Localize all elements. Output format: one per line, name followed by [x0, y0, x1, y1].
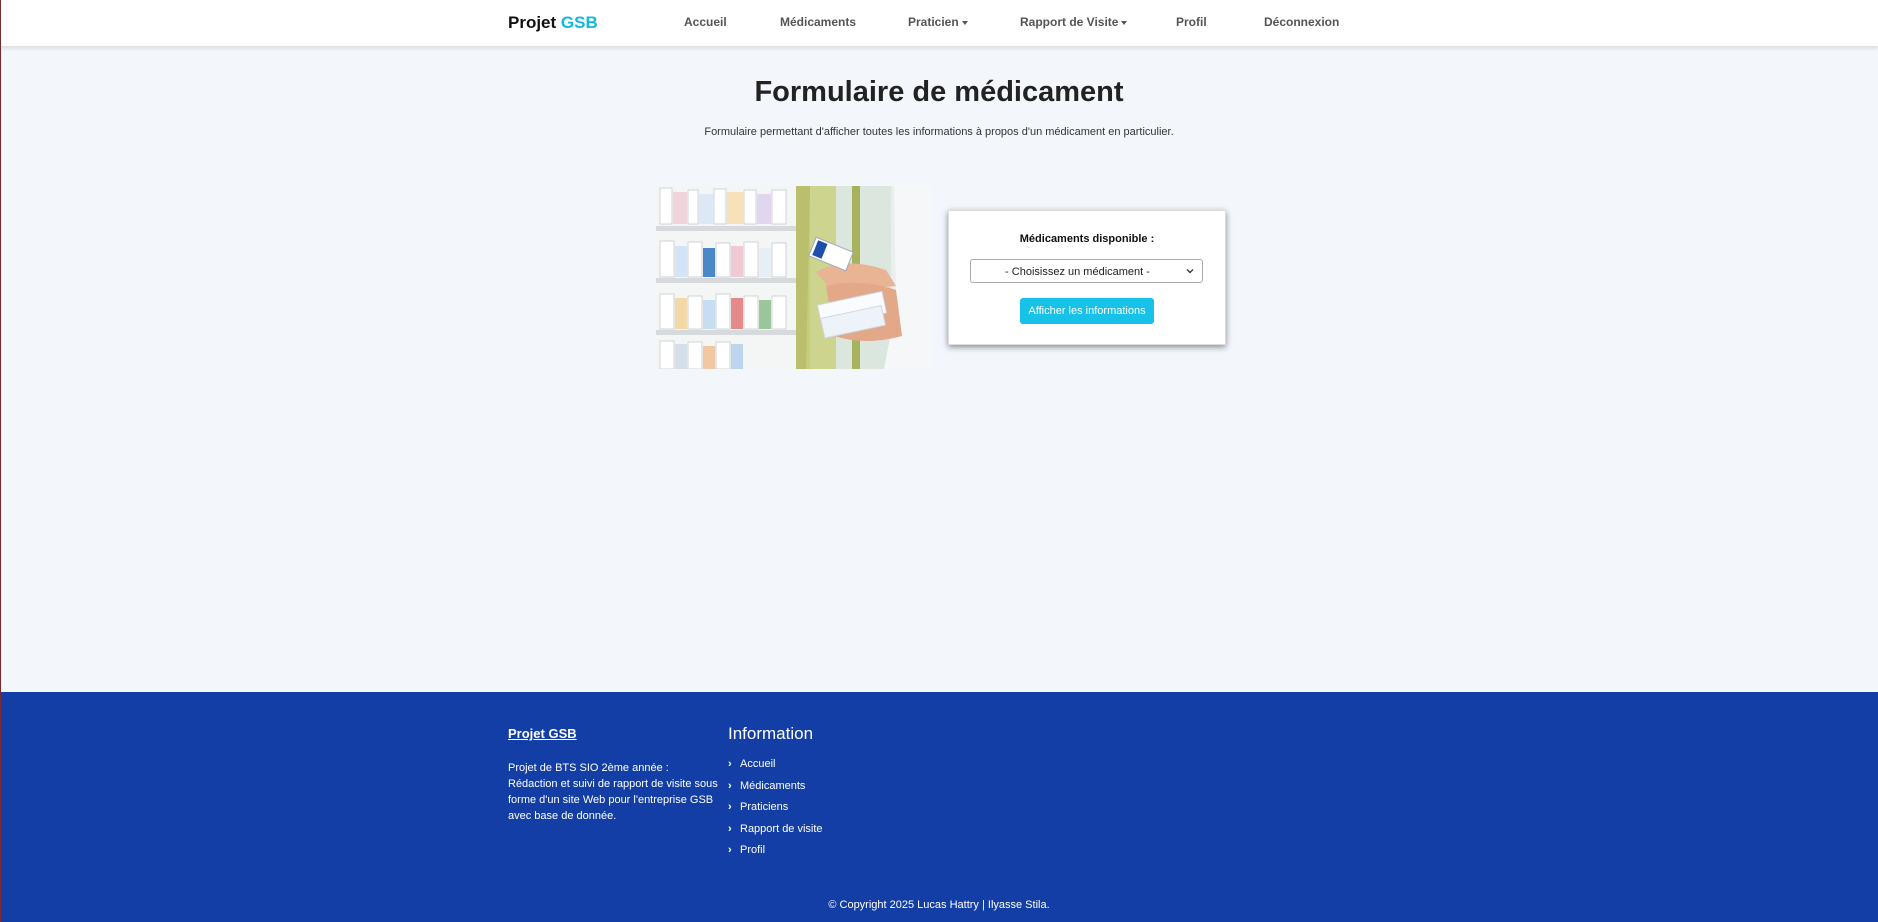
footer-link-item: › Médicaments	[728, 780, 823, 802]
chevron-right-icon: ›	[728, 758, 732, 770]
medicament-select[interactable]: - Choisissez un médicament -	[970, 259, 1203, 283]
footer-link-rapport[interactable]: Rapport de visite	[740, 823, 823, 835]
footer-link-item: › Accueil	[728, 758, 823, 780]
footer-brand-link[interactable]: Projet GSB	[508, 726, 577, 741]
medicament-form-card: Médicaments disponible : - Choisissez un…	[948, 210, 1226, 345]
footer-link-item: › Rapport de visite	[728, 823, 823, 845]
nav-profil[interactable]: Profil	[1176, 15, 1207, 29]
afficher-informations-button[interactable]: Afficher les informations	[1020, 298, 1154, 324]
footer-link-item: › Praticiens	[728, 801, 823, 823]
caret-down-icon	[1121, 20, 1128, 25]
nav-rapport-dropdown[interactable]: Rapport de Visite	[1020, 15, 1128, 29]
footer-link-accueil[interactable]: Accueil	[740, 758, 775, 770]
caret-down-icon	[961, 20, 968, 25]
brand-logo[interactable]: Projet GSB	[508, 13, 598, 33]
chevron-right-icon: ›	[728, 822, 732, 835]
copyright: © Copyright 2025 Lucas Hattry | Ilyasse …	[828, 899, 1050, 911]
nav-accueil[interactable]: Accueil	[684, 15, 727, 29]
pharmacy-image	[656, 186, 932, 369]
nav-praticien-label: Praticien	[908, 15, 959, 29]
footer-link-medicaments[interactable]: Médicaments	[740, 780, 805, 792]
nav-profil-label: Profil	[1176, 15, 1207, 29]
chevron-down-icon	[1186, 269, 1194, 274]
chevron-right-icon: ›	[728, 779, 732, 792]
window-edge	[0, 0, 1, 922]
nav-medicaments[interactable]: Médicaments	[780, 15, 856, 29]
nav-accueil-label: Accueil	[684, 15, 727, 29]
medicament-select-label: Médicaments disponible :	[1019, 233, 1155, 245]
footer-info-heading: Information	[728, 724, 814, 743]
brand-main: Projet	[508, 13, 557, 32]
nav-deconnexion[interactable]: Déconnexion	[1264, 15, 1339, 29]
page-title: Formulaire de médicament	[754, 76, 1124, 108]
footer-link-profil[interactable]: Profil	[740, 844, 765, 856]
chevron-right-icon: ›	[728, 801, 732, 813]
nav-deconnexion-label: Déconnexion	[1264, 15, 1340, 29]
footer-link-item: › Profil	[728, 844, 823, 866]
pharmacy-illustration	[656, 186, 932, 369]
footer-description: Projet de BTS SIO 2ème année : Rédaction…	[508, 762, 718, 822]
footer-links: › Accueil › Médicaments › Praticiens › Rappo…	[728, 758, 823, 866]
navbar: Projet GSB Accueil Médicaments Praticien…	[0, 0, 1878, 46]
page-description: Formulaire permettant d'afficher toutes …	[704, 126, 1174, 138]
medicament-select-value: - Choisissez un médicament -	[1005, 266, 1150, 278]
chevron-right-icon: ›	[728, 844, 732, 856]
nav-medicaments-label: Médicaments	[780, 15, 857, 29]
footer-link-praticiens[interactable]: Praticiens	[740, 801, 788, 813]
footer: Projet GSB Projet de BTS SIO 2ème année …	[0, 692, 1878, 922]
nav-praticien-dropdown[interactable]: Praticien	[908, 15, 968, 29]
brand-accent: GSB	[560, 13, 598, 32]
nav-rapport-label: Rapport de Visite	[1020, 15, 1119, 29]
